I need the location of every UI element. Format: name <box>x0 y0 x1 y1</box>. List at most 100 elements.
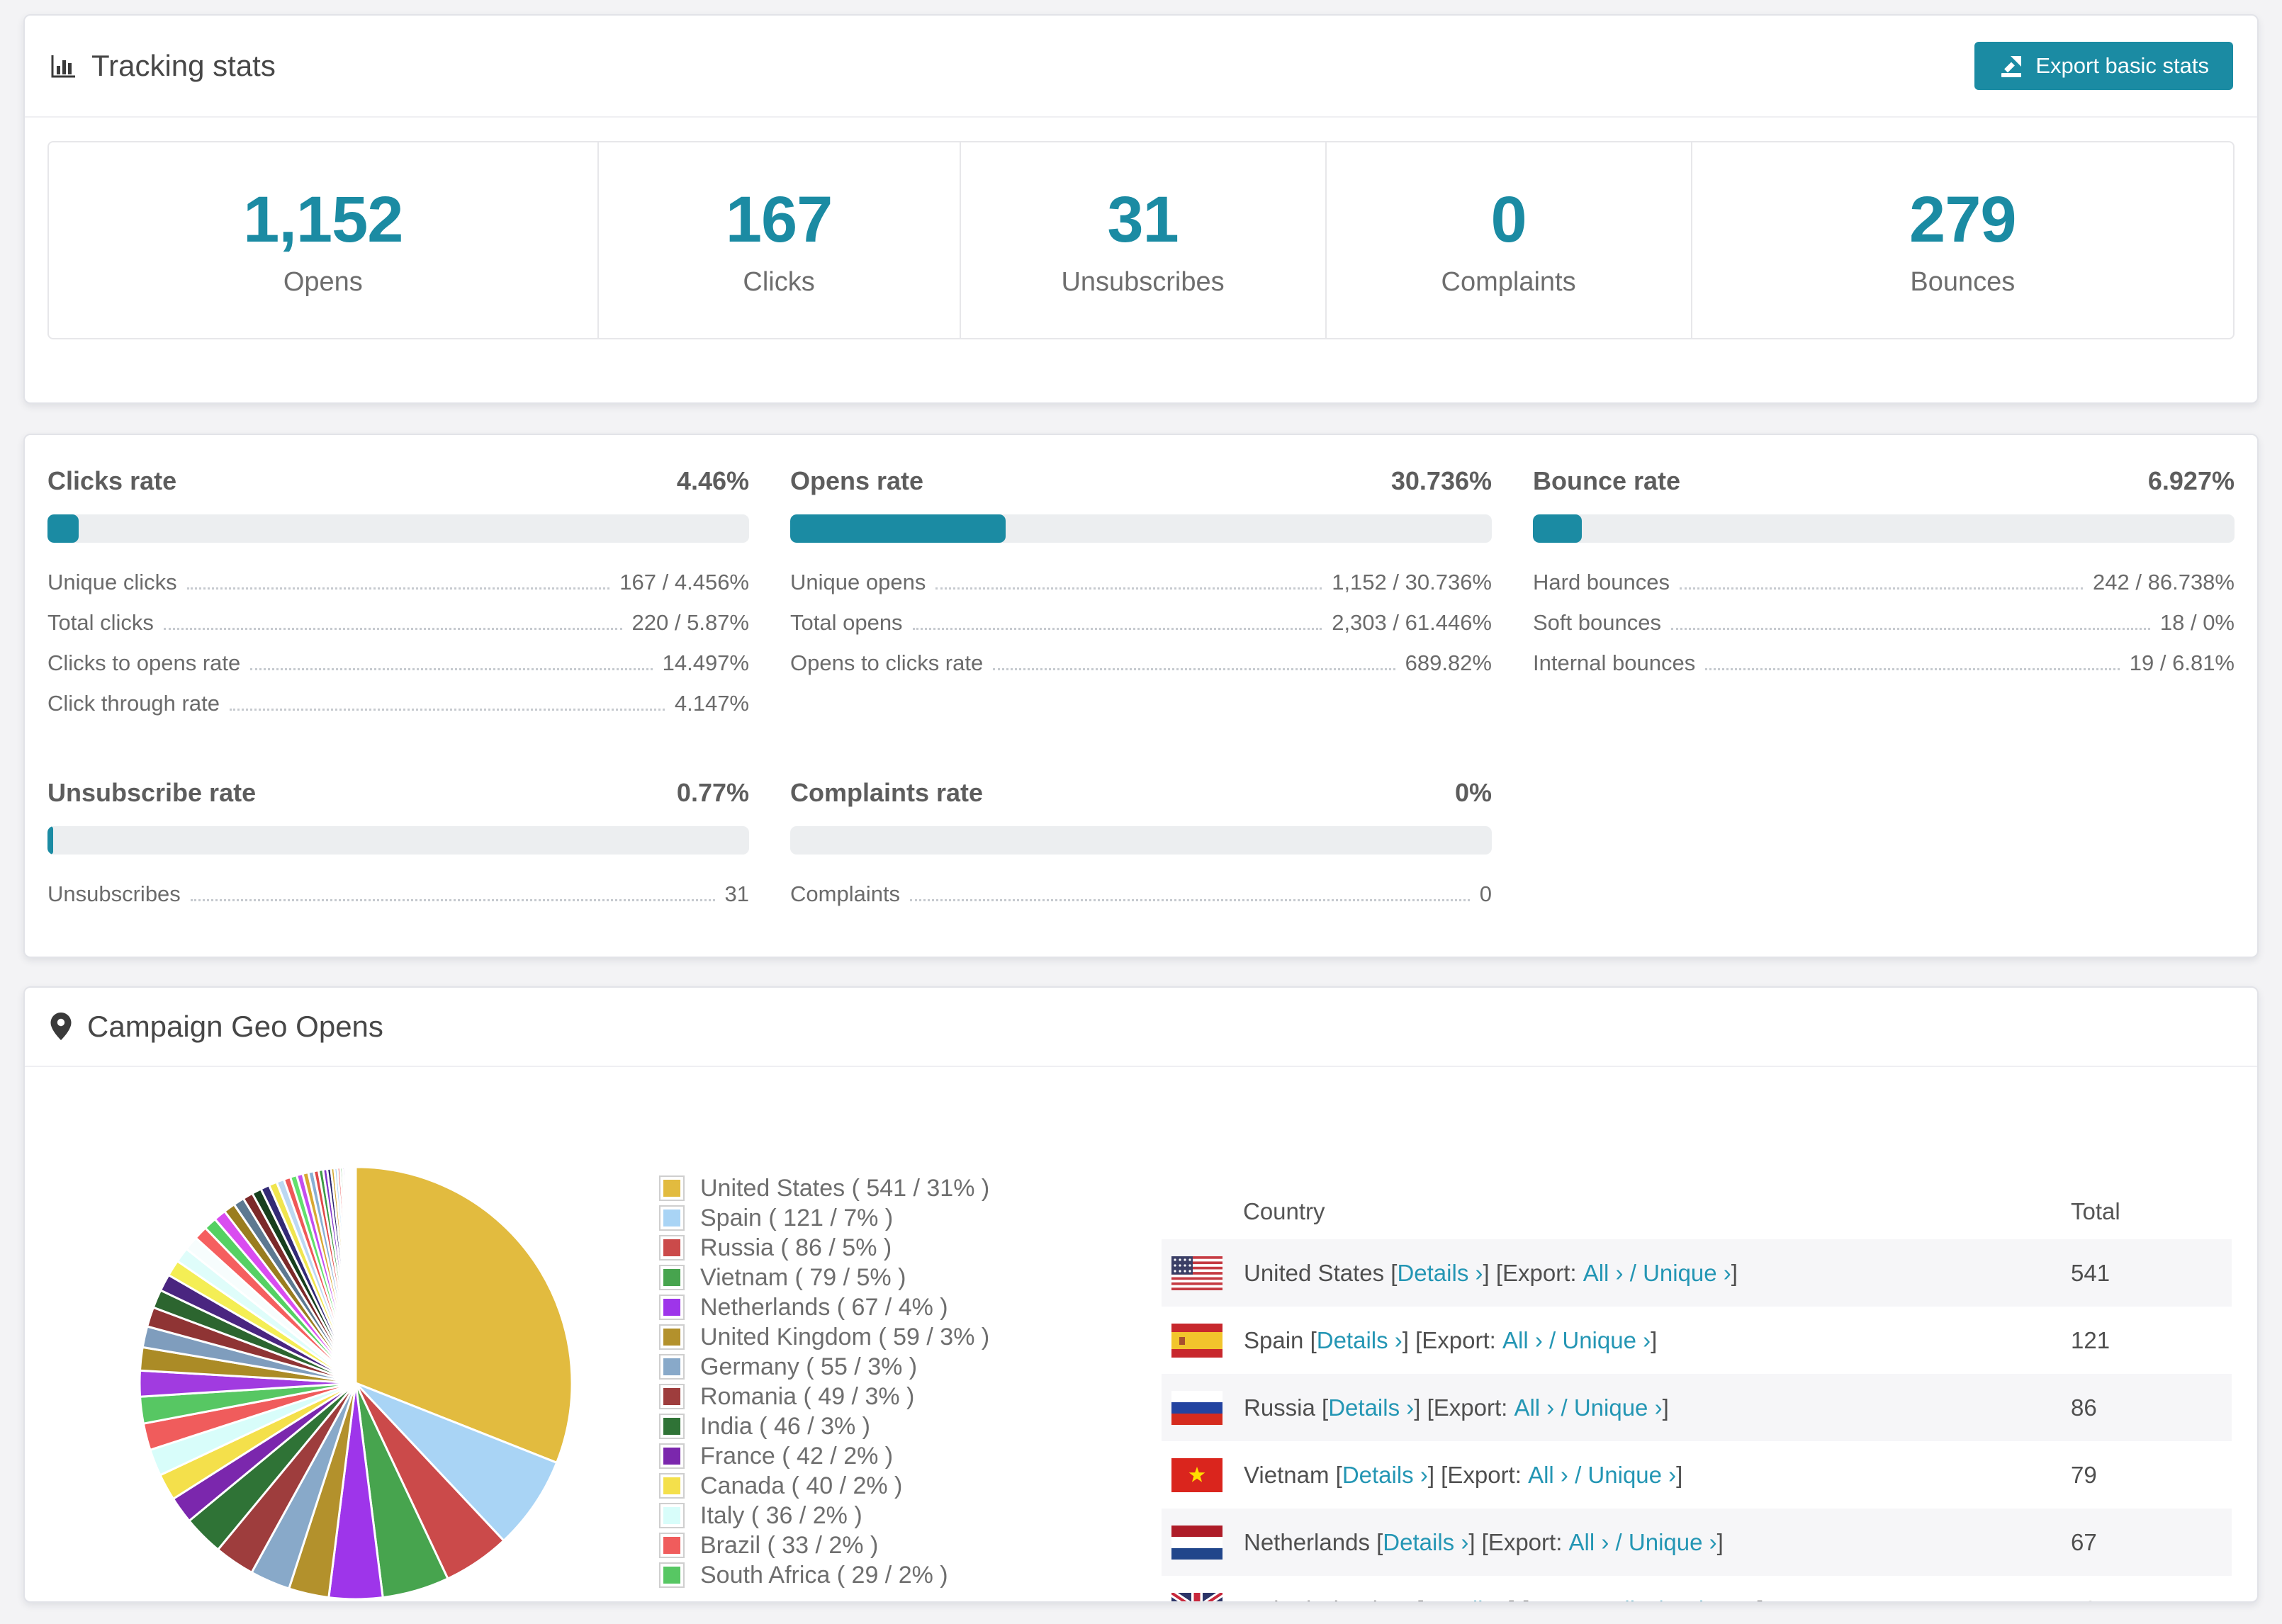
country-cell: United Kingdom [Details ›] [Export: All … <box>1244 1596 1764 1602</box>
rate-percent: 30.736% <box>1390 466 1492 495</box>
rate-stat-label: Unique clicks <box>47 570 177 594</box>
export-slash-link[interactable]: / <box>1616 1529 1622 1555</box>
legend-label: India ( 46 / 3% ) <box>700 1412 871 1440</box>
details-link[interactable]: Details › <box>1383 1529 1468 1555</box>
rate-title-row: Complaints rate 0% <box>790 778 1492 808</box>
rate-stat-label: Unsubscribes <box>47 881 181 906</box>
rate-stat-label: Clicks to opens rate <box>47 650 241 675</box>
campaign-geo-opens-header: Campaign Geo Opens <box>25 988 2257 1067</box>
export-all-link[interactable]: All › <box>1569 1529 1609 1555</box>
legend-swatch <box>659 1503 685 1528</box>
rate-stat-row: Hard bounces 242 / 86.738% <box>1533 570 2235 610</box>
stat-card-unsubscribes: 31 Unsubscribes <box>959 142 1325 338</box>
export-unique-link[interactable]: Unique › <box>1643 1260 1731 1286</box>
rate-stat-value: 220 / 5.87% <box>631 610 749 635</box>
details-link[interactable]: Details › <box>1328 1394 1414 1421</box>
export-all-link[interactable]: All › <box>1502 1327 1543 1353</box>
rate-progress-fill <box>1533 514 1582 543</box>
table-row-spain: Spain [Details ›] [Export: All › / Uniqu… <box>1162 1307 2232 1374</box>
total-column-header: Total <box>2071 1198 2120 1224</box>
geo-country-table: Country Total United States [Details ›] … <box>1162 1184 2232 1602</box>
flag-ru-icon <box>1171 1390 1222 1425</box>
legend-item-south-africa: South Africa ( 29 / 2% ) <box>659 1560 989 1590</box>
export-all-link[interactable]: All › <box>1528 1462 1568 1488</box>
flag-nl-icon <box>1171 1525 1222 1560</box>
rate-title: Opens rate <box>790 466 924 495</box>
rate-stat-value: 19 / 6.81% <box>2129 650 2235 675</box>
rate-block-clicks-rate: Clicks rate 4.46% Unique clicks 167 / 4.… <box>47 466 749 731</box>
export-all-link[interactable]: All › <box>1609 1596 1649 1602</box>
legend-swatch <box>659 1324 685 1350</box>
rate-stat-value: 18 / 0% <box>2159 610 2235 635</box>
export-unique-link[interactable]: Unique › <box>1574 1394 1663 1421</box>
rate-percent: 0% <box>1454 778 1492 807</box>
rate-rows: Unique clicks 167 / 4.456% Total clicks … <box>47 570 749 731</box>
rate-stat-value: 0 <box>1479 881 1492 906</box>
details-link[interactable]: Details › <box>1317 1327 1403 1353</box>
country-cell: Russia [Details ›] [Export: All › / Uniq… <box>1244 1394 1669 1421</box>
export-basic-stats-button[interactable]: Export basic stats <box>1974 42 2233 90</box>
legend-swatch <box>659 1443 685 1469</box>
country-column-header: Country <box>1243 1198 1325 1224</box>
legend-swatch <box>659 1354 685 1380</box>
legend-label: South Africa ( 29 / 2% ) <box>700 1561 948 1589</box>
legend-label: Russia ( 86 / 5% ) <box>700 1234 892 1261</box>
export-unique-link[interactable]: Unique › <box>1562 1327 1651 1353</box>
legend-swatch <box>659 1265 685 1290</box>
rate-stat-label: Soft bounces <box>1533 610 1661 635</box>
legend-swatch <box>659 1175 685 1201</box>
rate-stat-value: 1,152 / 30.736% <box>1332 570 1492 594</box>
stat-label: Clicks <box>743 267 815 297</box>
export-slash-link[interactable]: / <box>1630 1260 1636 1286</box>
rate-title: Complaints rate <box>790 778 984 807</box>
legend-label: Vietnam ( 79 / 5% ) <box>700 1263 906 1291</box>
export-slash-link[interactable]: / <box>1549 1327 1556 1353</box>
rate-stat-label: Internal bounces <box>1533 650 1696 675</box>
rate-title-row: Opens rate 30.736% <box>790 466 1492 496</box>
rate-progress-fill <box>47 826 53 855</box>
total-cell: 541 <box>2071 1259 2110 1286</box>
legend-swatch <box>659 1562 685 1588</box>
legend-swatch <box>659 1533 685 1558</box>
country-cell: Vietnam [Details ›] [Export: All › / Uni… <box>1244 1461 1683 1488</box>
campaign-geo-opens-panel: Campaign Geo Opens United States ( 541 /… <box>23 986 2259 1603</box>
legend-label: Germany ( 55 / 3% ) <box>700 1353 918 1380</box>
bar-chart-icon <box>49 52 77 80</box>
export-all-link[interactable]: All › <box>1514 1394 1554 1421</box>
country-cell: Spain [Details ›] [Export: All › / Uniqu… <box>1244 1326 1658 1353</box>
flag-us-icon <box>1171 1256 1222 1290</box>
export-slash-link[interactable]: / <box>1561 1394 1567 1421</box>
export-all-link[interactable]: All › <box>1583 1260 1624 1286</box>
geo-pie-legend: United States ( 541 / 31% ) Spain ( 121 … <box>659 1173 989 1590</box>
flag-vn-icon <box>1171 1457 1222 1492</box>
details-link[interactable]: Details › <box>1397 1260 1483 1286</box>
rate-title: Unsubscribe rate <box>47 778 257 807</box>
stat-value: 0 <box>1490 184 1527 256</box>
export-slash-link[interactable]: / <box>1575 1462 1581 1488</box>
stat-label: Unsubscribes <box>1061 267 1225 297</box>
rate-stat-value: 167 / 4.456% <box>619 570 749 594</box>
geo-table-rows: United States [Details ›] [Export: All ›… <box>1162 1239 2232 1602</box>
tracking-stats-title: Tracking stats <box>91 49 276 82</box>
rate-title: Bounce rate <box>1533 466 1681 495</box>
legend-swatch <box>659 1473 685 1499</box>
export-unique-link[interactable]: Unique › <box>1587 1462 1676 1488</box>
total-cell: 67 <box>2071 1528 2097 1555</box>
rate-block-complaints-rate: Complaints rate 0% Complaints 0 <box>790 778 1492 922</box>
legend-label: Spain ( 121 / 7% ) <box>700 1204 894 1231</box>
legend-label: Romania ( 49 / 3% ) <box>700 1382 915 1410</box>
flag-gb-icon <box>1171 1592 1222 1601</box>
rates-panel: Clicks rate 4.46% Unique clicks 167 / 4.… <box>23 434 2259 958</box>
dotted-leader <box>912 628 1322 630</box>
export-basic-stats-label: Export basic stats <box>2035 53 2209 78</box>
tracking-stats-header: Tracking stats Export basic stats <box>25 16 2257 118</box>
legend-label: Italy ( 36 / 2% ) <box>700 1501 862 1529</box>
export-unique-link[interactable]: Unique › <box>1669 1596 1758 1602</box>
details-link[interactable]: Details › <box>1342 1462 1428 1488</box>
tracking-stats-panel: Tracking stats Export basic stats 1,152 … <box>23 14 2259 404</box>
export-unique-link[interactable]: Unique › <box>1629 1529 1717 1555</box>
export-slash-link[interactable]: / <box>1656 1596 1662 1602</box>
dotted-leader <box>910 899 1470 901</box>
details-link[interactable]: Details › <box>1423 1596 1509 1602</box>
rate-rows: Complaints 0 <box>790 881 1492 922</box>
